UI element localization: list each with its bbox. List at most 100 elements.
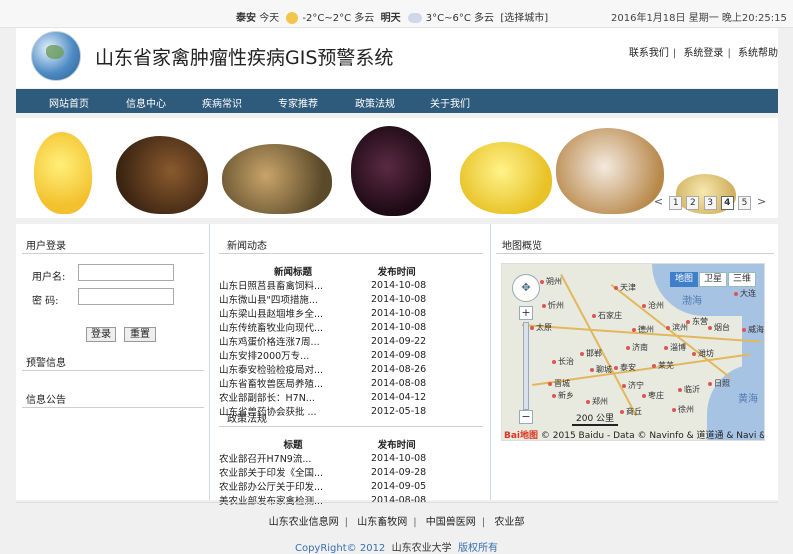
news-row-title[interactable]: 山东梁山县赵堌堆乡全... (219, 306, 367, 320)
notice-title: 信息公告 (26, 395, 66, 406)
news-title: 新闻动态 (227, 241, 267, 252)
map-city-label: 聊城 (590, 364, 612, 375)
pan-control-icon[interactable]: ✥ (512, 274, 540, 302)
banner-next-button[interactable]: > (755, 196, 768, 210)
map-city-label: 商丘 (620, 406, 642, 417)
weather-today-label: 今天 (259, 13, 280, 24)
policy-table: 标题 发布时间 农业部召开H7N9流... 2014-10-08 农业部关于印发《全… (219, 437, 426, 507)
main-nav: 网站首页 信息中心 疾病常识 专家推荐 政策法规 关于我们 (16, 89, 778, 113)
footer-links: 山东农业信息网 | 山东畜牧网 | 中国兽医网 | 农业部 (268, 517, 525, 528)
policy-row[interactable]: 农业部关于印发《全国... 2014-09-28 (219, 465, 426, 480)
map-type-map[interactable]: 地图 (670, 272, 698, 287)
policy-col-date: 发布时间 (377, 440, 416, 451)
map-city-label: 济南 (626, 342, 648, 353)
globe-logo-icon (31, 31, 81, 81)
banner-prev-button[interactable]: < (652, 196, 665, 210)
map-city-label: 济宁 (622, 380, 644, 391)
nav-item-home[interactable]: 网站首页 (49, 95, 89, 110)
baidu-logo[interactable]: Bai地图 (504, 431, 538, 440)
select-city-link[interactable]: [选择城市] (500, 13, 548, 24)
sun-icon (286, 12, 299, 24)
banner-page-3[interactable]: 3 (703, 196, 717, 210)
map-city-label: 临沂 (678, 384, 700, 395)
zoom-out-button[interactable]: − (519, 410, 533, 424)
map-city-label: 德州 (632, 324, 654, 335)
policy-row[interactable]: 农业部办公厅关于印发... 2014-09-05 (219, 479, 426, 494)
news-row[interactable]: 山东省畜牧兽医局养殖... 2014-08-08 (219, 376, 426, 391)
banner-page-5[interactable]: 5 (737, 196, 751, 210)
news-row[interactable]: 山东鸡蛋价格连涨7周... 2014-09-22 (219, 334, 426, 349)
policy-row[interactable]: 农业部召开H7N9流... 2014-10-08 (219, 451, 426, 466)
map-city-label: 徐州 (672, 404, 694, 415)
news-row[interactable]: 农业部副部长：H7N... 2014-04-12 (219, 390, 426, 405)
policy-row-date: 2014-08-08 (371, 494, 427, 506)
weather-tomorrow-temp: 3°C~6°C 多云 (425, 13, 495, 24)
banner-page-1[interactable]: 1 (669, 196, 683, 210)
banner-slideshow[interactable]: < 1 2 3 4 5 > (16, 118, 778, 218)
nav-item-info-center[interactable]: 信息中心 (126, 95, 166, 110)
turkey-image (351, 126, 431, 216)
username-input[interactable] (78, 264, 174, 281)
reset-button[interactable]: 重置 (124, 327, 156, 342)
news-row-date: 2014-10-08 (371, 321, 427, 333)
weather-tomorrow-label: 明天 (380, 13, 401, 24)
news-row-title[interactable]: 山东微山县"四项措施... (219, 292, 367, 306)
news-row[interactable]: 山东微山县"四项措施... 2014-10-08 (219, 292, 426, 307)
zoom-in-button[interactable]: + (519, 306, 533, 320)
footer-link-moa[interactable]: 农业部 (494, 517, 524, 528)
news-row[interactable]: 山东日照莒县畜禽饲料... 2014-10-08 (219, 278, 426, 293)
map-city-label: 石家庄 (592, 310, 622, 321)
news-row-date: 2014-10-08 (371, 307, 427, 319)
system-help-link[interactable]: 系统帮助 (738, 48, 778, 59)
divider (219, 426, 483, 427)
username-label: 用户名: (32, 272, 66, 283)
policy-row-title[interactable]: 农业部办公厅关于印发... (219, 479, 367, 493)
baidu-map[interactable]: 朔州 天津 大连 沧州 石家庄 忻州 太原 德州 滨州 东营 烟台 威海 邯郸 济南 淄博 潍坊 长治 泰安 莱芜 聊… (501, 263, 765, 441)
left-column: 用户登录 用户名: 密 码: 登录 重置 预警信息 信息公告 (16, 224, 210, 500)
map-city-label: 日照 (708, 378, 730, 389)
copyright-org: 山东农业大学 (391, 543, 452, 554)
policy-row-title[interactable]: 美农业部发布家禽检测... (219, 493, 367, 507)
news-row-title[interactable]: 山东安排2000万专... (219, 348, 367, 362)
copyright-rights: 版权所有 (458, 543, 499, 554)
main-content: 用户登录 用户名: 密 码: 登录 重置 预警信息 信息公告 新闻动态 新闻标题… (16, 224, 778, 507)
news-row-title[interactable]: 山东省畜牧兽医局养殖... (219, 376, 367, 390)
news-row-title[interactable]: 山东传统畜牧业向现代... (219, 320, 367, 334)
footer-link-livestock[interactable]: 山东畜牧网 (357, 517, 407, 528)
news-row[interactable]: 山东梁山县赵堌堆乡全... 2014-10-08 (219, 306, 427, 321)
news-row-title[interactable]: 山东鸡蛋价格连涨7周... (219, 334, 367, 348)
nav-item-policy[interactable]: 政策法规 (355, 95, 395, 110)
login-button[interactable]: 登录 (86, 327, 116, 342)
news-row-title[interactable]: 农业部副部长：H7N... (219, 390, 367, 404)
policy-row-title[interactable]: 农业部召开H7N9流... (219, 451, 367, 465)
map-copyright-text: © 2015 Baidu - Data © Navinfo & 道道通 & Na… (540, 431, 765, 441)
divider (496, 253, 774, 254)
nav-item-disease-knowledge[interactable]: 疾病常识 (202, 95, 242, 110)
news-row[interactable]: 山东安排2000万专... 2014-09-08 (219, 348, 426, 363)
nav-item-about[interactable]: 关于我们 (430, 95, 470, 110)
news-row-title[interactable]: 山东日照莒县畜禽饲料... (219, 278, 367, 292)
contact-link[interactable]: 联系我们 (629, 48, 669, 59)
zoom-slider[interactable] (523, 322, 529, 410)
banner-page-4[interactable]: 4 (720, 196, 734, 210)
footer-link-vet[interactable]: 中国兽医网 (426, 517, 476, 528)
system-login-link[interactable]: 系统登录 (683, 48, 723, 59)
map-city-label: 淄博 (664, 342, 686, 353)
news-row-title[interactable]: 山东泰安检验检疫局对... (219, 362, 367, 376)
banner-page-2[interactable]: 2 (686, 196, 700, 210)
map-sea-label: 渤海 (682, 296, 702, 307)
weather-widget: 泰安 今天 -2°C~2°C 多云 明天 3°C~6°C 多云 [选择城市] (236, 9, 548, 24)
map-type-satellite[interactable]: 卫星 (699, 272, 727, 287)
map-city-label: 威海 (742, 324, 764, 335)
news-row[interactable]: 山东泰安检验检疫局对... 2014-08-26 (219, 362, 426, 377)
news-row[interactable]: 山东传统畜牧业向现代... 2014-10-08 (219, 320, 427, 335)
map-city-label: 东营 (686, 316, 708, 327)
policy-row[interactable]: 美农业部发布家禽检测... 2014-08-08 (219, 493, 427, 508)
map-type-3d[interactable]: 三维 (728, 272, 756, 287)
hen-image (116, 136, 208, 214)
password-input[interactable] (78, 288, 174, 305)
nav-item-experts[interactable]: 专家推荐 (278, 95, 318, 110)
footer-link-agri-info[interactable]: 山东农业信息网 (269, 517, 339, 528)
map-city-label: 长治 (552, 356, 574, 367)
policy-row-title[interactable]: 农业部关于印发《全国... (219, 465, 367, 479)
